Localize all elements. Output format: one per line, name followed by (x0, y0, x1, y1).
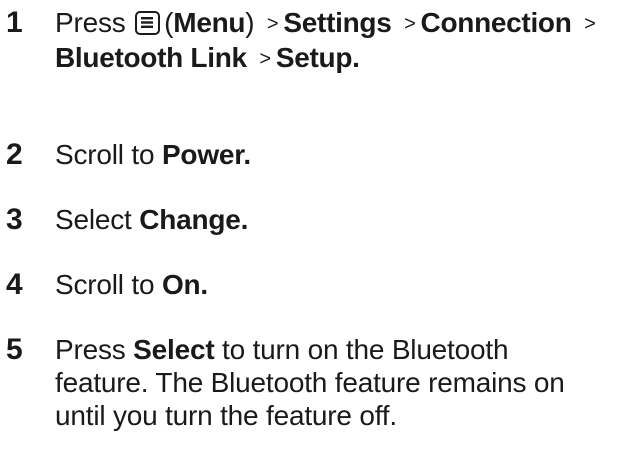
step-text: Press Select to turn on the Bluetooth fe… (55, 333, 611, 432)
step-text-plain: Select (55, 204, 140, 235)
step-text: Press (Menu) > Settings > Connection > Blu… (55, 6, 611, 76)
step-5-line-2: feature. The Bluetooth feature remains o… (55, 367, 565, 398)
path-separator: > (259, 48, 271, 70)
step-text-bold: On. (161, 269, 208, 300)
step-number: 3 (6, 203, 23, 236)
step-number: 2 (6, 138, 23, 171)
step-text-bold: Power. (161, 139, 251, 170)
path-separator: > (266, 13, 279, 35)
step-text: Scroll to On. (55, 268, 611, 301)
step-text-plain: Scroll to (55, 139, 162, 170)
path-separator: > (584, 13, 596, 35)
step-5-line-1: Press Select to turn on the Bluetooth (55, 333, 611, 366)
step-text-bold: Change. (139, 204, 249, 235)
step-text-plain: Scroll to (55, 269, 162, 300)
menu-key-icon (135, 11, 161, 35)
step-text-bold: Select (133, 334, 215, 365)
path-connection: Connection (420, 7, 572, 38)
press-word: Press (55, 7, 126, 38)
menu-close-paren: ) (245, 7, 255, 38)
step-text: Select Change. (55, 203, 611, 236)
step-number: 5 (6, 333, 23, 366)
step-1-line-2: Bluetooth Link > Setup. (55, 41, 611, 76)
path-bluetooth-link: Bluetooth Link (55, 42, 247, 73)
step-1-line-1: Press (Menu) > Settings > Connection > (55, 6, 611, 41)
step-text-plain: to turn on the Bluetooth (214, 334, 509, 365)
path-setup: Setup. (275, 42, 360, 73)
menu-label: Menu (173, 7, 246, 38)
step-number: 4 (6, 268, 23, 301)
path-separator: > (404, 13, 416, 35)
step-text-plain: Press (55, 334, 134, 365)
step-number: 1 (6, 6, 23, 39)
step-5-line-3: until you turn the feature off. (55, 400, 397, 431)
step-text: Scroll to Power. (55, 138, 611, 171)
menu-open-paren: ( (164, 7, 174, 38)
path-settings: Settings (283, 7, 392, 38)
